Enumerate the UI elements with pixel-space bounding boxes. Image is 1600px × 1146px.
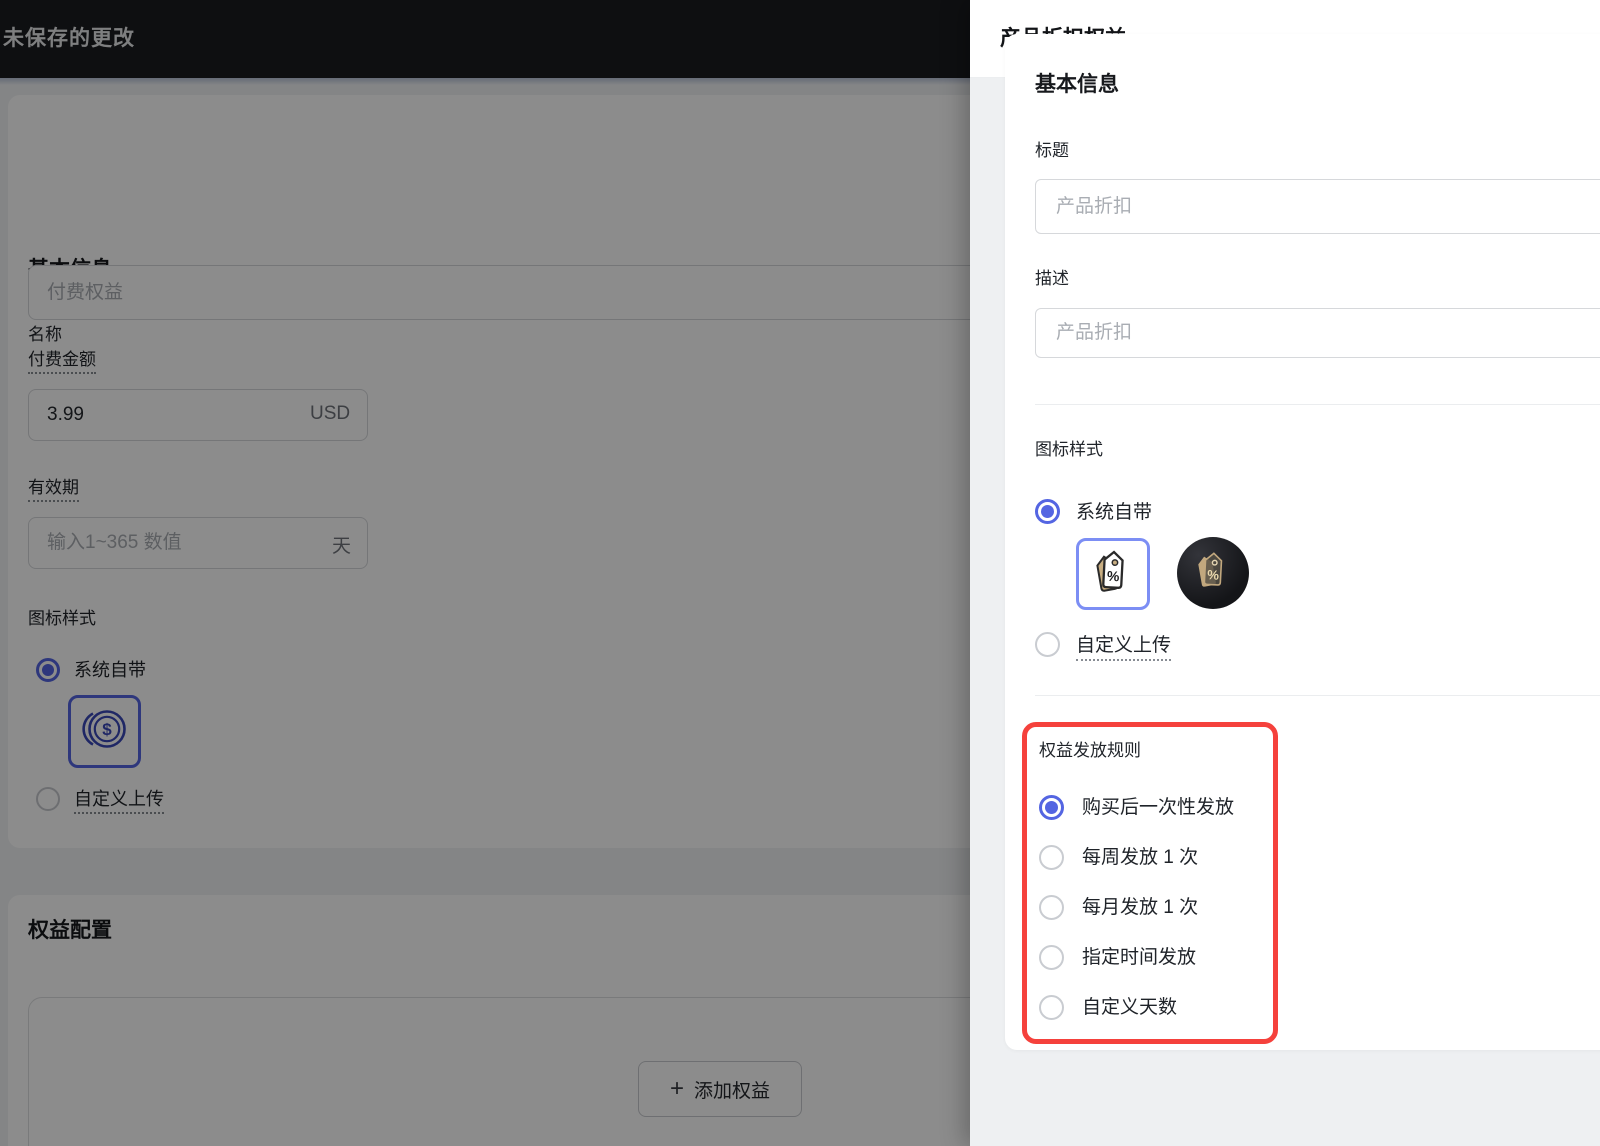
drawer-system-icon-radio-label: 系统自带 — [1076, 502, 1153, 523]
rule-custom-days-label: 自定义天数 — [1082, 997, 1178, 1018]
drawer-icon-style-label: 图标样式 — [1035, 440, 1103, 459]
screen: 未保存的更改 基本信息 名称 付费金额 USD 有效期 天 图标样式 系统自带 — [0, 0, 1600, 1146]
drawer-desc-input[interactable] — [1035, 308, 1600, 358]
issuance-rules-label: 权益发放规则 — [1039, 741, 1141, 760]
drawer-content-card: 基本信息 标题 描述 图标样式 系统自带 — [1005, 34, 1600, 1050]
rule-once-label: 购买后一次性发放 — [1082, 797, 1235, 818]
rule-option-row[interactable]: 指定时间发放 — [1039, 945, 1261, 970]
divider — [1035, 404, 1600, 405]
rule-option-row[interactable]: 每月发放 1 次 — [1039, 895, 1261, 920]
discount-tag-dark-icon-option[interactable]: % — [1177, 537, 1249, 609]
drawer-title-input[interactable] — [1035, 179, 1600, 234]
discount-tag-icon-option[interactable]: % — [1076, 538, 1150, 610]
issuance-rules-highlight-box: 权益发放规则 购买后一次性发放 每周发放 1 次 每月发放 1 次 指定时间发放 — [1022, 722, 1278, 1044]
divider — [1035, 695, 1600, 696]
drawer-custom-upload-radio[interactable] — [1035, 632, 1060, 657]
benefit-detail-drawer: 产品折扣权益 基本信息 标题 描述 图标样式 系统自带 — [970, 0, 1600, 1146]
drawer-title-label: 标题 — [1035, 141, 1069, 160]
rule-scheduled-label: 指定时间发放 — [1082, 947, 1197, 968]
rule-option-row[interactable]: 自定义天数 — [1039, 995, 1261, 1020]
modal-dim-overlay[interactable] — [0, 0, 970, 1146]
rule-option-row[interactable]: 每周发放 1 次 — [1039, 845, 1261, 870]
svg-text:%: % — [1107, 567, 1121, 584]
discount-tag-dark-icon: % — [1190, 548, 1236, 599]
drawer-desc-label: 描述 — [1035, 269, 1069, 288]
rule-custom-days-radio[interactable] — [1039, 995, 1064, 1020]
rule-option-row[interactable]: 购买后一次性发放 — [1039, 795, 1261, 820]
rule-weekly-radio[interactable] — [1039, 845, 1064, 870]
rule-weekly-label: 每周发放 1 次 — [1082, 847, 1199, 868]
rule-scheduled-radio[interactable] — [1039, 945, 1064, 970]
drawer-system-icon-radio[interactable] — [1035, 499, 1060, 524]
discount-tag-icon: % — [1087, 546, 1139, 603]
rule-monthly-label: 每月发放 1 次 — [1082, 897, 1199, 918]
drawer-basic-heading: 基本信息 — [1035, 73, 1119, 96]
drawer-custom-upload-radio-label[interactable]: 自定义上传 — [1076, 633, 1172, 661]
svg-text:%: % — [1207, 567, 1220, 583]
rule-once-radio[interactable] — [1039, 795, 1064, 820]
rule-monthly-radio[interactable] — [1039, 895, 1064, 920]
